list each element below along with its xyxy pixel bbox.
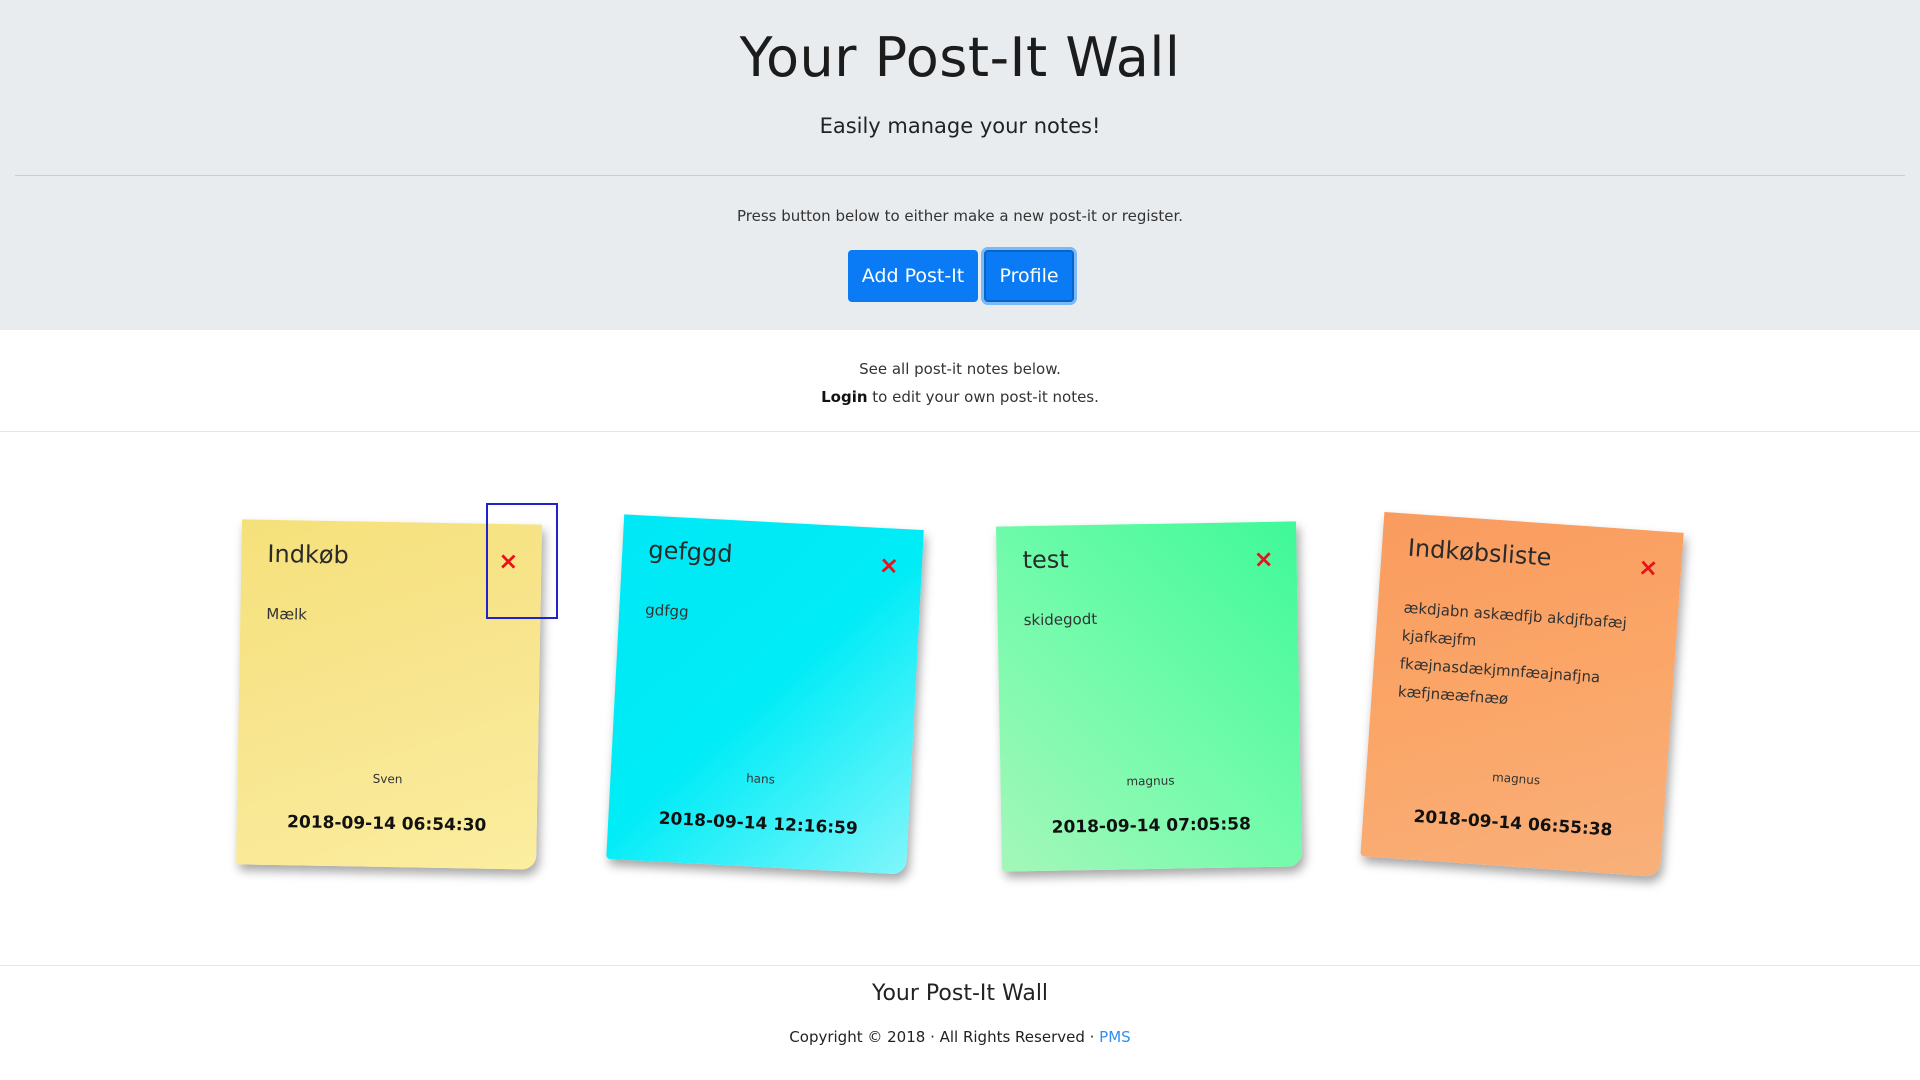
close-icon[interactable]: ×	[875, 551, 902, 580]
note-date: 2018-09-14 06:54:30	[286, 812, 487, 836]
note-body: skidegodt	[1023, 609, 1098, 630]
info-text-see-all: See all post-it notes below.	[859, 360, 1061, 378]
note-author: hans	[745, 771, 776, 787]
header-lead-text: Press button below to either make a new …	[736, 207, 1184, 225]
note-date: 2018-09-14 07:05:58	[1051, 814, 1252, 838]
footer-copyright: Copyright © 2018 · All Rights Reserved ·…	[0, 1028, 1920, 1046]
note-body: Mælk	[266, 604, 308, 624]
header-divider	[15, 175, 1905, 176]
add-post-it-button[interactable]: Add Post-It	[848, 250, 978, 302]
note-date: 2018-09-14 12:16:59	[658, 808, 859, 840]
note-title: Indkøbsliste	[1406, 533, 1553, 572]
page-footer: Your Post-It Wall Copyright © 2018 · All…	[0, 965, 1920, 1080]
close-icon[interactable]: ×	[1250, 545, 1276, 573]
close-icon[interactable]: ×	[1634, 553, 1662, 582]
note-body: gdfgg	[644, 600, 690, 621]
post-it-note[interactable]: Indkøb × Mælk Sven 2018-09-14 06:54:30	[236, 519, 542, 870]
note-author: magnus	[1126, 773, 1175, 789]
close-icon[interactable]: ×	[495, 547, 521, 575]
footer-title: Your Post-It Wall	[871, 981, 1049, 1006]
note-author: magnus	[1491, 770, 1541, 788]
post-it-note[interactable]: gefggd × gdfgg hans 2018-09-14 12:16:59	[606, 514, 924, 875]
post-it-note[interactable]: Indkøbsliste × ækdjabn askædfjb akdjfbaf…	[1360, 511, 1684, 878]
copyright-text: Copyright © 2018 · All Rights Reserved ·	[789, 1028, 1100, 1046]
page-subtitle: Easily manage your notes!	[819, 114, 1101, 138]
note-author: Sven	[372, 771, 403, 787]
note-title: gefggd	[647, 535, 734, 569]
note-body: ækdjabn askædfjb akdjfbafæj kjafkæjfm fk…	[1397, 598, 1628, 709]
note-title: test	[1022, 545, 1069, 575]
page-title: Your Post-It Wall	[739, 26, 1181, 89]
info-login-rest: to edit your own post-it notes.	[867, 388, 1099, 406]
header-jumbotron: Your Post-It Wall Easily manage your not…	[0, 0, 1920, 330]
note-date: 2018-09-14 06:55:38	[1412, 806, 1614, 841]
pms-link[interactable]: PMS	[1099, 1028, 1131, 1046]
note-title: Indkøb	[267, 539, 350, 570]
info-section: See all post-it notes below. Login to ed…	[0, 330, 1920, 432]
profile-button[interactable]: Profile	[984, 250, 1074, 302]
info-text-login: Login to edit your own post-it notes.	[0, 388, 1920, 406]
post-it-note[interactable]: test × skidegodt magnus 2018-09-14 07:05…	[996, 521, 1302, 872]
login-link[interactable]: Login	[821, 388, 867, 406]
